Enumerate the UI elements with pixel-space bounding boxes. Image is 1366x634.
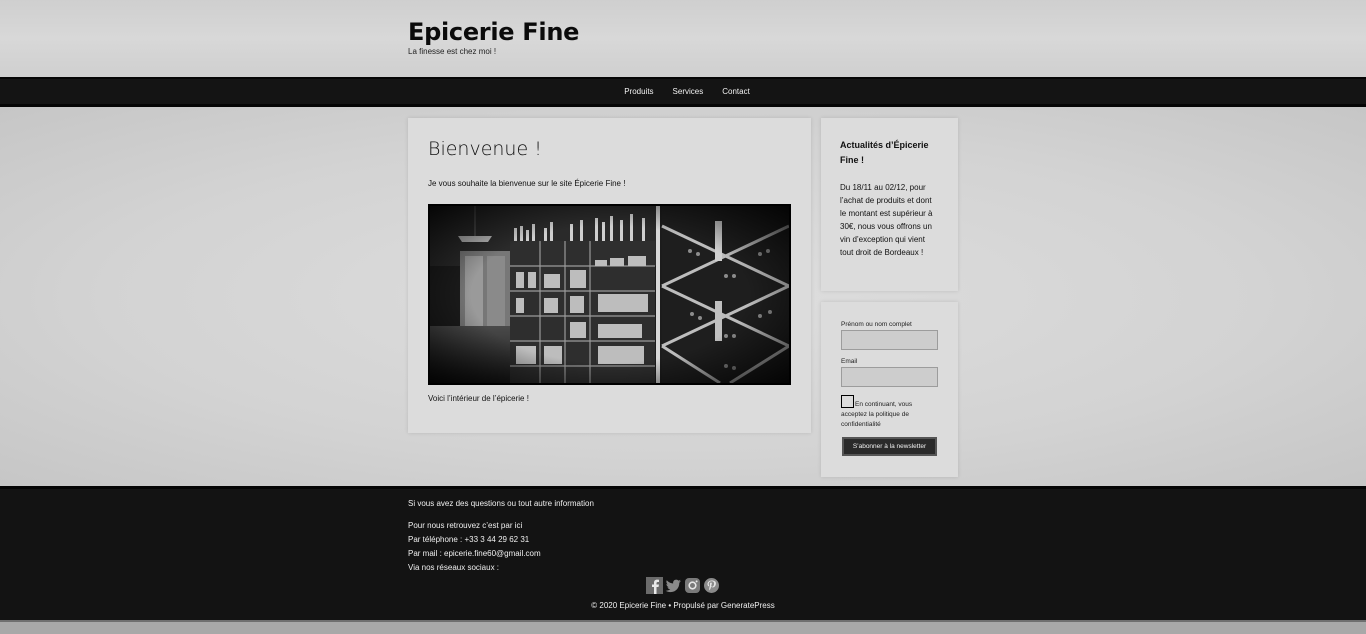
consent-text: En continuant, vous acceptez la politiqu…	[841, 401, 913, 428]
site-footer: Si vous avez des questions ou tout autre…	[0, 486, 1366, 620]
site-header: Epicerie Fine La finesse est chez moi !	[0, 0, 1366, 77]
footer-find-us: Pour nous retrouvez c’est par ici	[408, 521, 523, 530]
email-label: Email	[841, 358, 858, 365]
site-title[interactable]: Epicerie Fine	[408, 18, 579, 46]
consent-checkbox[interactable]	[841, 395, 854, 408]
bottom-bar	[0, 620, 1366, 634]
shop-interior-image	[428, 204, 791, 385]
name-field[interactable]	[841, 330, 938, 350]
twitter-icon[interactable]	[665, 577, 682, 594]
nav-item-produits[interactable]: Produits	[624, 87, 653, 96]
news-title: Actualités d’Épicerie Fine !	[840, 140, 929, 165]
news-widget: Actualités d’Épicerie Fine ! Du 18/11 au…	[821, 118, 958, 291]
social-icons	[0, 577, 1366, 595]
main-navigation: Produits Services Contact	[0, 77, 1366, 107]
footer-mail: Par mail : epicerie.fine60@gmail.com	[408, 549, 541, 558]
copyright: © 2020 Epicerie Fine • Propulsé par Gene…	[591, 601, 775, 610]
footer-phone: Par téléphone : +33 3 44 29 62 31	[408, 535, 530, 544]
nav-item-contact[interactable]: Contact	[722, 87, 750, 96]
news-body: Du 18/11 au 02/12, pour l’achat de produ…	[840, 183, 933, 257]
name-label: Prénom ou nom complet	[841, 321, 912, 328]
site-tagline: La finesse est chez moi !	[408, 47, 497, 56]
subscribe-button[interactable]: S’abonner à la newsletter	[842, 437, 937, 456]
nav-item-services[interactable]: Services	[673, 87, 704, 96]
pinterest-icon[interactable]	[703, 577, 720, 594]
footer-questions: Si vous avez des questions ou tout autre…	[408, 499, 594, 508]
newsletter-form: Prénom ou nom complet Email En continuan…	[821, 302, 958, 477]
consent-row: En continuant, vous acceptez la politiqu…	[841, 395, 938, 430]
footer-social: Via nos réseaux sociaux :	[408, 563, 500, 572]
image-caption: Voici l’intérieur de l’épicerie !	[428, 394, 529, 403]
instagram-icon[interactable]	[684, 577, 701, 594]
facebook-icon[interactable]	[646, 577, 663, 594]
main-article: Bienvenue ! Je vous souhaite la bienvenu…	[408, 118, 811, 433]
page-title: Bienvenue !	[428, 138, 542, 160]
email-field[interactable]	[841, 367, 938, 387]
welcome-text: Je vous souhaite la bienvenue sur le sit…	[428, 179, 626, 188]
